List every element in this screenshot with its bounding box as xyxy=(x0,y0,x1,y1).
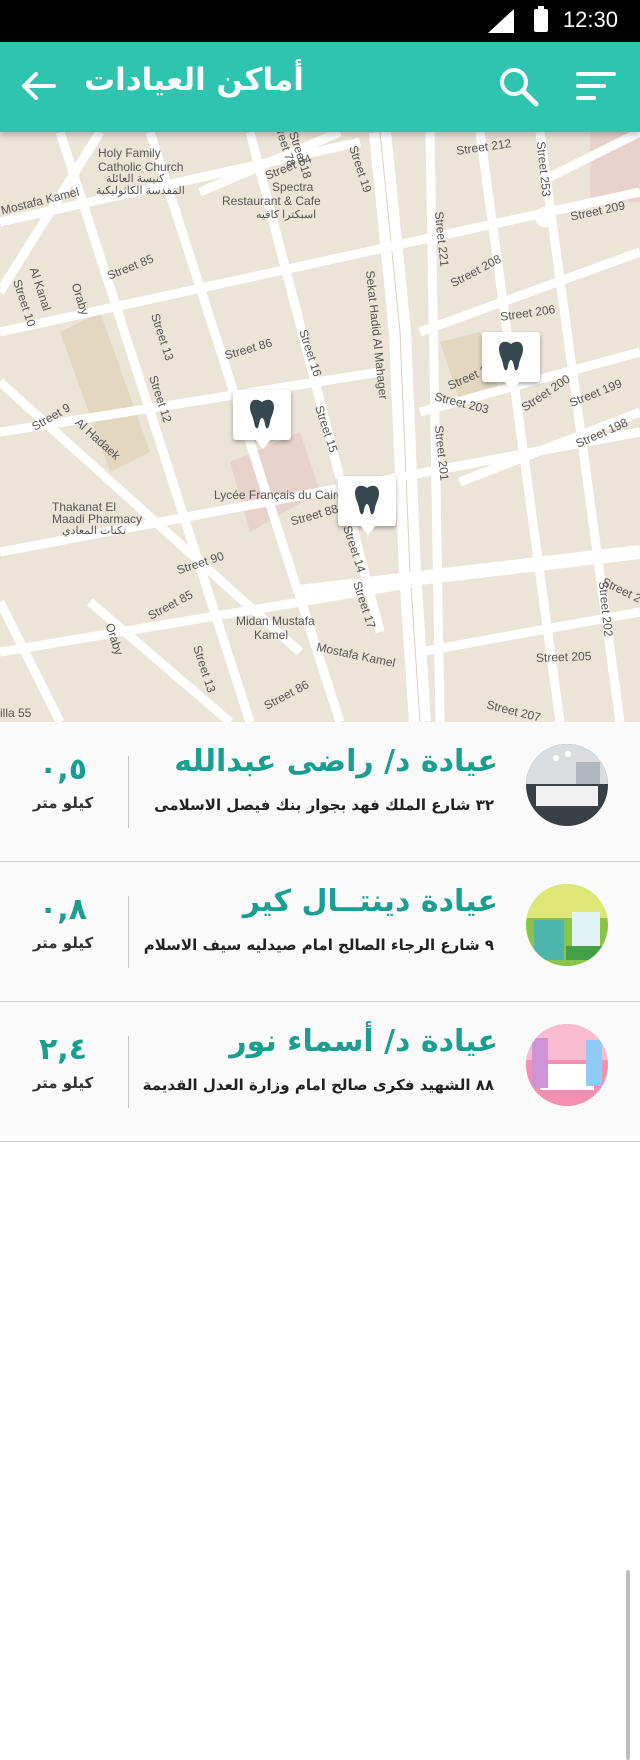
map-label: Street 205 xyxy=(535,649,592,665)
divider xyxy=(128,756,129,828)
distance-unit: كيلو متر xyxy=(32,794,94,812)
distance-unit: كيلو متر xyxy=(32,1074,94,1092)
clinic-name: عيادة د/ أسماء نور xyxy=(229,1024,498,1059)
clinic-photo xyxy=(526,884,608,966)
divider xyxy=(128,1036,129,1108)
clinic-list-item[interactable]: عيادة دينتــال كير ٩ شارع الرجاء الصالح … xyxy=(0,862,640,1002)
clinic-list-item[interactable]: عيادة د/ راضى عبدالله ٣٢ شارع الملك فهد … xyxy=(0,722,640,862)
map-view[interactable]: Holy Family Catholic Church كنيسة العائل… xyxy=(0,132,640,722)
signal-icon xyxy=(488,9,514,33)
app-bar: أماكن العيادات xyxy=(0,42,640,132)
clinic-map-pin[interactable] xyxy=(338,476,396,535)
clinic-map-pin[interactable] xyxy=(233,390,291,449)
back-arrow-icon[interactable] xyxy=(14,62,62,110)
clinic-list: عيادة د/ راضى عبدالله ٣٢ شارع الملك فهد … xyxy=(0,722,640,1760)
map-label: Restaurant & Cafe xyxy=(222,194,321,208)
scrollbar[interactable] xyxy=(626,1570,630,1760)
page-title: أماكن العيادات xyxy=(84,62,304,98)
tooth-icon xyxy=(355,485,379,515)
clinic-distance: ٠,٨ xyxy=(38,892,88,927)
distance-unit: كيلو متر xyxy=(32,934,94,952)
filter-sort-icon[interactable] xyxy=(572,62,620,110)
clinic-list-item[interactable]: عيادة د/ أسماء نور ٨٨ الشهيد فكرى صالح ا… xyxy=(0,1002,640,1142)
search-icon[interactable] xyxy=(494,62,542,110)
map-label: Kamel xyxy=(254,628,289,642)
clinic-name: عيادة د/ راضى عبدالله xyxy=(174,744,498,779)
clinic-map-pin[interactable] xyxy=(482,332,540,391)
tooth-icon xyxy=(499,341,523,371)
battery-icon xyxy=(534,6,548,32)
map-label: المقدسة الكاثوليكية xyxy=(96,185,185,197)
clinic-distance: ٠,٥ xyxy=(38,752,88,787)
map-label: اسبكترا كافيه xyxy=(256,209,317,221)
clinic-address: ٩ شارع الرجاء الصالح امام صيدليه سيف الا… xyxy=(143,936,494,954)
map-label: Lycée Français du Caire xyxy=(214,488,344,502)
clinic-name: عيادة دينتــال كير xyxy=(242,884,498,919)
map-label: illa 55 xyxy=(0,706,32,720)
map-label: Midan Mustafa xyxy=(236,614,315,628)
clinic-address: ٨٨ الشهيد فكرى صالح امام وزارة العدل الق… xyxy=(142,1076,494,1094)
clinic-address: ٣٢ شارع الملك فهد بجوار بنك فيصل الاسلام… xyxy=(154,796,494,814)
map-label: Spectra xyxy=(272,180,314,194)
clinic-photo xyxy=(526,744,608,826)
map-label: تكنات المعادي xyxy=(62,525,127,537)
tooth-icon xyxy=(250,399,274,429)
status-bar: 12:30 xyxy=(0,0,640,42)
clock: 12:30 xyxy=(562,7,618,32)
divider xyxy=(128,896,129,968)
map-label: Holy Family xyxy=(98,146,161,160)
clinic-photo xyxy=(526,1024,608,1106)
clinic-distance: ٢,٤ xyxy=(38,1032,88,1067)
